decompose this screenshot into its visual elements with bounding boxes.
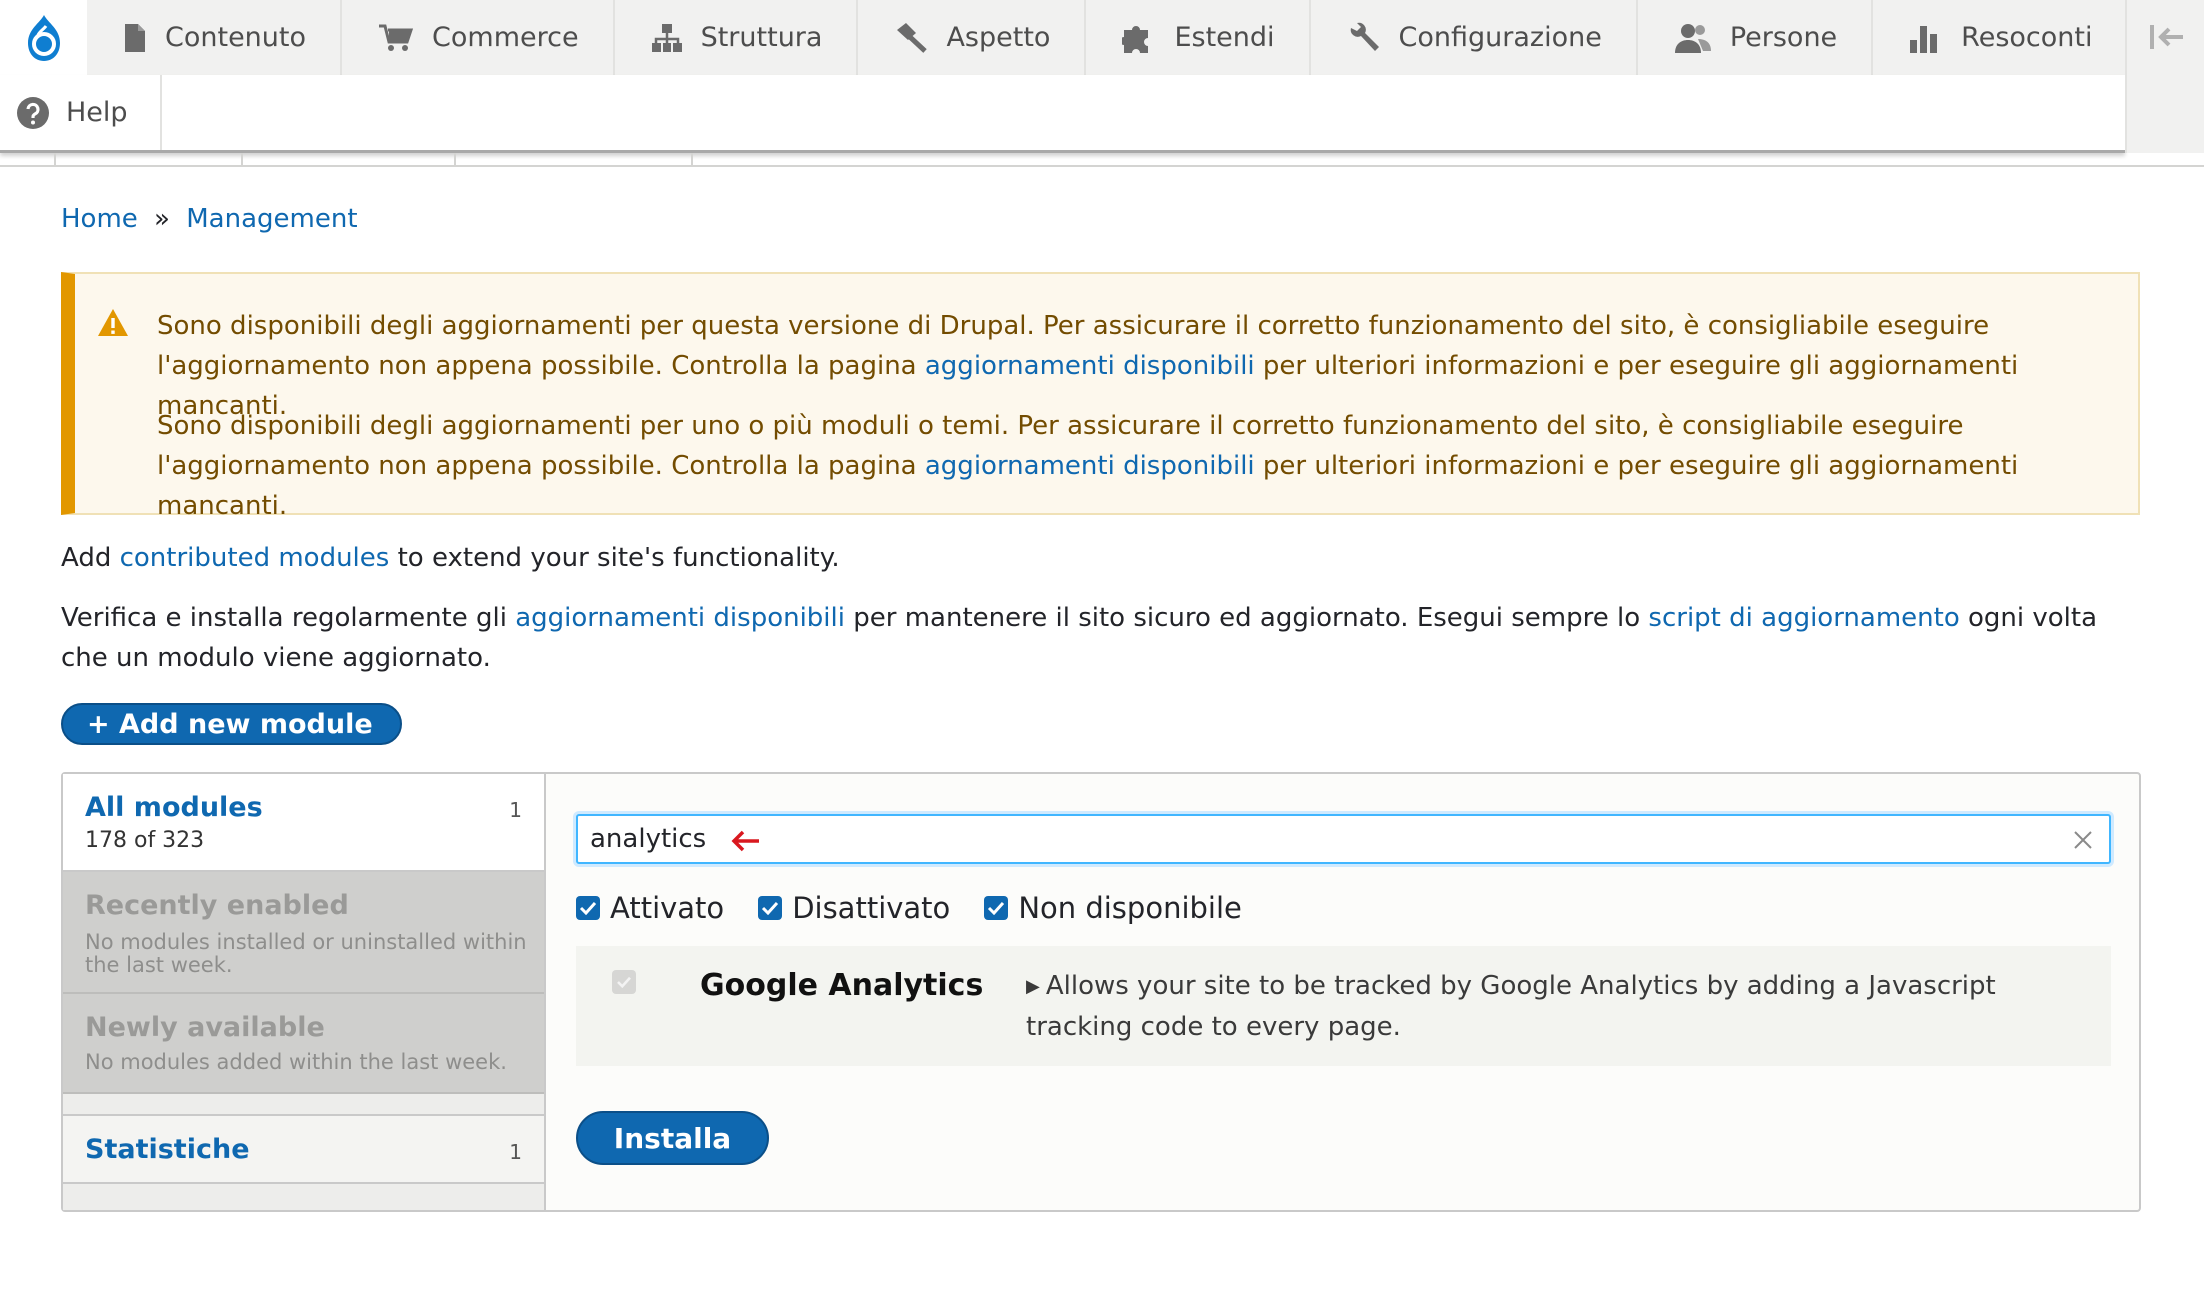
toolbar-item-persone[interactable]: Persone	[1638, 0, 1874, 75]
module-name: Google Analytics	[700, 968, 984, 1003]
update-script-link[interactable]: script di aggiornamento	[1648, 603, 1959, 633]
expand-triangle-icon: ▶	[1026, 976, 1040, 997]
toolbar-item-estendi[interactable]: Estendi	[1086, 0, 1311, 75]
vtab-newly-available[interactable]: Newly available No modules added within …	[63, 994, 544, 1094]
checkbox-checked-icon	[758, 896, 783, 920]
module-search-box	[576, 814, 2111, 864]
toolbar-item-resoconti[interactable]: Resoconti	[1873, 0, 2126, 75]
collapse-toolbar-icon[interactable]	[2147, 20, 2187, 54]
toolbar-item-aspetto[interactable]: Aspetto	[858, 0, 1087, 75]
breadcrumb-separator: »	[154, 204, 170, 234]
toolbar-item-label: Estendi	[1174, 22, 1275, 53]
help-label: Help	[66, 97, 128, 128]
warning-message: Sono disponibili degli aggiornamenti per…	[61, 272, 2140, 521]
toolbar-item-contenuto[interactable]: Contenuto	[87, 0, 343, 75]
wrench-icon	[1350, 22, 1379, 51]
toolbar-item-label: Configurazione	[1398, 22, 1602, 53]
available-updates-link-3[interactable]: aggiornamenti disponibili	[515, 603, 845, 633]
puzzle-icon	[1122, 25, 1149, 53]
toolbar-item-label: Commerce	[432, 22, 579, 53]
vtab-description: No modules installed or uninstalled with…	[85, 930, 527, 977]
warning-module-updates-text: Sono disponibili degli aggiornamenti per…	[157, 411, 2019, 521]
toolbar-item-configurazione[interactable]: Configurazione	[1311, 0, 1638, 75]
primary-tabs-strip	[0, 153, 2204, 167]
modules-panel: All modules 178 of 323 1 Recently enable…	[61, 772, 2141, 1212]
breadcrumb-management-link[interactable]: Management	[186, 204, 357, 234]
warning-icon	[98, 309, 128, 336]
file-icon	[125, 23, 145, 52]
vtab-description: No modules added within the last week.	[85, 1050, 507, 1074]
vtab-title: All modules	[85, 792, 263, 823]
breadcrumb-home-link[interactable]: Home	[61, 204, 138, 234]
intro-updates-text: Verifica e installa regolarmente gli agg…	[61, 603, 2098, 673]
vtab-summary: 178 of 323	[85, 828, 205, 853]
add-new-module-button[interactable]: + Add new module	[61, 703, 402, 745]
module-enable-checkbox-disabled	[612, 970, 636, 994]
filter-enabled-checkbox[interactable]: Attivato	[576, 891, 724, 925]
toolbar-orientation-area	[2125, 0, 2204, 153]
vtab-statistiche[interactable]: Statistiche 1	[63, 1114, 544, 1184]
status-filters: Attivato Disattivato Non disponibile	[576, 891, 1276, 925]
admin-toolbar: Contenuto Commerce Struttura Aspetto Est…	[0, 0, 2204, 153]
intro-contrib-text: Add contributed modules to extend your s…	[61, 543, 840, 573]
module-description-toggle[interactable]: ▶ Allows your site to be tracked by Googl…	[1026, 966, 2086, 1047]
paintbrush-icon	[897, 22, 928, 53]
filter-unavailable-checkbox[interactable]: Non disponibile	[984, 891, 1242, 925]
clear-search-icon[interactable]	[2071, 828, 2095, 852]
toolbar-help-link[interactable]: Help	[0, 75, 162, 150]
vtab-gap	[63, 1094, 544, 1114]
toolbar-item-commerce[interactable]: Commerce	[342, 0, 615, 75]
install-button[interactable]: Installa	[576, 1111, 769, 1165]
available-updates-link-1[interactable]: aggiornamenti disponibili	[925, 351, 1255, 381]
vtab-title: Newly available	[85, 1012, 325, 1043]
filter-label: Disattivato	[792, 891, 951, 925]
toolbar-item-label: Persone	[1729, 22, 1838, 53]
toolbar-menu: Contenuto Commerce Struttura Aspetto Est…	[87, 0, 2127, 75]
vtab-recently-enabled[interactable]: Recently enabled No modules installed or…	[63, 872, 544, 994]
toolbar-tray: Help	[0, 75, 2125, 153]
breadcrumb: Home » Management	[61, 204, 358, 234]
vtab-count: 1	[509, 798, 522, 822]
vtab-title: Recently enabled	[85, 890, 349, 921]
drupal-logo-icon[interactable]	[0, 0, 87, 75]
arrow-left-icon	[731, 830, 759, 852]
vtab-title: Statistiche	[85, 1134, 250, 1165]
checkbox-checked-icon	[576, 896, 600, 920]
module-search-input[interactable]	[590, 821, 2020, 857]
checkbox-checked-icon	[984, 896, 1009, 920]
contributed-modules-link[interactable]: contributed modules	[120, 543, 390, 573]
sitemap-icon	[651, 23, 682, 52]
toolbar-item-label: Struttura	[700, 22, 823, 53]
toolbar-item-label: Contenuto	[165, 22, 307, 53]
filter-disabled-checkbox[interactable]: Disattivato	[758, 891, 950, 925]
filter-label: Non disponibile	[1018, 891, 1242, 925]
vtab-all-modules[interactable]: All modules 178 of 323 1	[63, 774, 544, 872]
bar-chart-icon	[1910, 25, 1938, 53]
toolbar-item-label: Resoconti	[1961, 22, 2093, 53]
question-icon	[17, 96, 49, 129]
module-row-google-analytics: Google Analytics ▶ Allows your site to be…	[576, 946, 2111, 1066]
toolbar-item-struttura[interactable]: Struttura	[615, 0, 859, 75]
people-icon	[1674, 23, 1711, 53]
vtab-count: 1	[509, 1140, 522, 1164]
vertical-tabs: All modules 178 of 323 1 Recently enable…	[63, 774, 546, 1210]
cart-icon	[379, 24, 414, 51]
module-description: Allows your site to be tracked by Google…	[1026, 971, 1996, 1042]
filter-label: Attivato	[610, 891, 725, 925]
available-updates-link-2[interactable]: aggiornamenti disponibili	[925, 451, 1255, 481]
toolbar-item-label: Aspetto	[946, 22, 1051, 53]
